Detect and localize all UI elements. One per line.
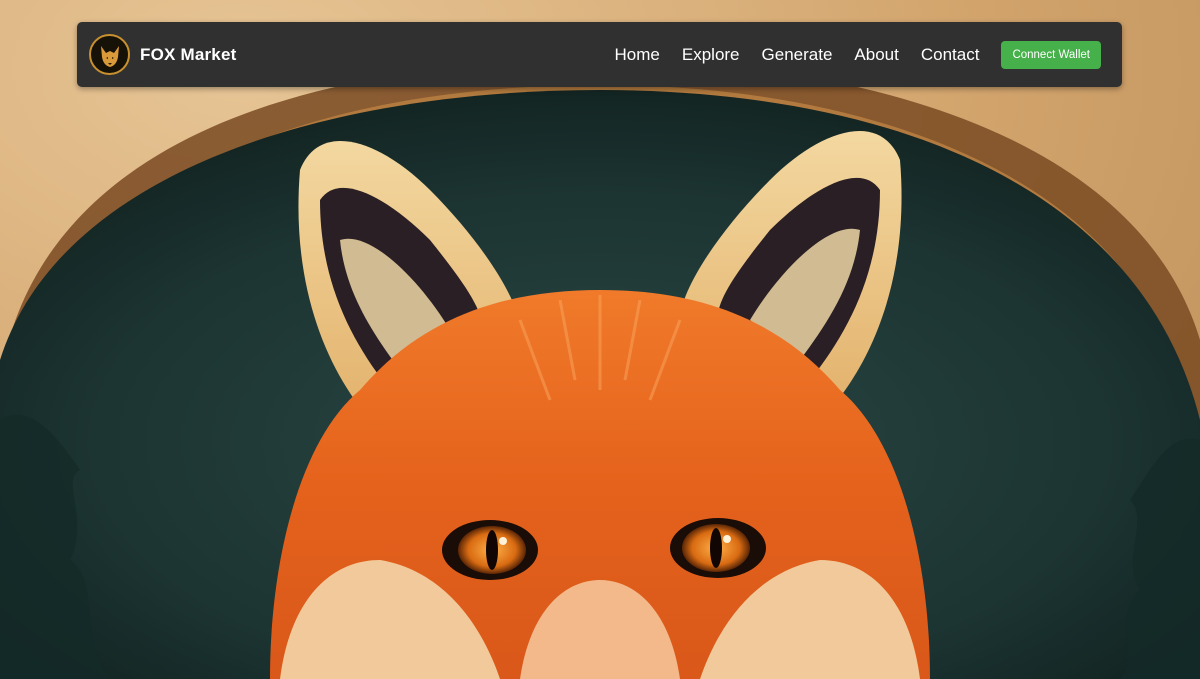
fox-illustration [0,60,1200,679]
nav-link-explore[interactable]: Explore [682,45,740,65]
nav-link-generate[interactable]: Generate [762,45,833,65]
connect-wallet-button[interactable]: Connect Wallet [1001,40,1101,69]
nav-link-contact[interactable]: Contact [921,45,980,65]
nav-links: Home Explore Generate About Contact Conn… [615,40,1101,69]
hero-image [0,0,1200,679]
fox-logo-icon [89,34,130,75]
nav-link-about[interactable]: About [854,45,898,65]
nav-link-home[interactable]: Home [615,45,660,65]
brand-name: FOX Market [140,44,237,64]
navbar: FOX Market Home Explore Generate About C… [77,22,1122,87]
brand[interactable]: FOX Market [89,34,236,75]
